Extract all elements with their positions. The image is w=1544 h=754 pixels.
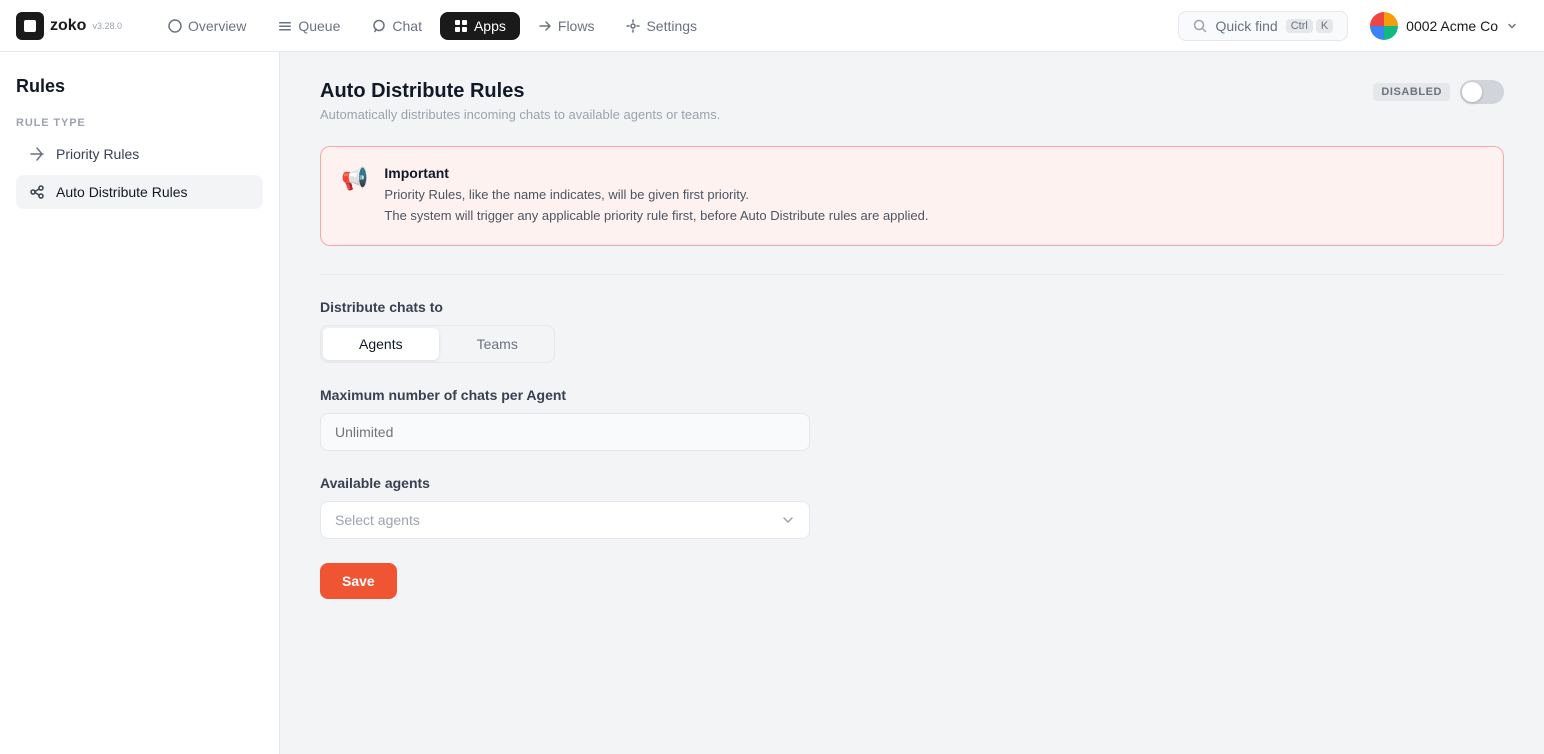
agents-select[interactable]: Select agents	[320, 501, 810, 539]
logo[interactable]: zoko v3.28.0	[16, 12, 122, 40]
account-avatar	[1370, 12, 1398, 40]
keyboard-shortcut: Ctrl K	[1286, 19, 1333, 33]
max-chats-label: Maximum number of chats per Agent	[320, 387, 1504, 403]
nav-items: Overview Queue Chat Apps Flows Settings	[154, 12, 1170, 40]
distribute-chats-section: Distribute chats to Agents Teams	[320, 299, 1504, 363]
app-name: zoko	[50, 17, 86, 35]
page-subtitle: Automatically distributes incoming chats…	[320, 107, 720, 122]
save-button[interactable]: Save	[320, 563, 397, 599]
nav-flows[interactable]: Flows	[524, 12, 609, 40]
max-chats-section: Maximum number of chats per Agent	[320, 387, 1504, 451]
priority-rules-icon	[28, 145, 46, 163]
distribute-tab-group: Agents Teams	[320, 325, 555, 363]
sidebar-item-priority-rules[interactable]: Priority Rules	[16, 137, 263, 171]
account-menu[interactable]: 0002 Acme Co	[1360, 8, 1528, 44]
notice-text: Priority Rules, like the name indicates,…	[384, 185, 928, 227]
max-chats-input[interactable]	[320, 413, 810, 451]
auto-distribute-icon	[28, 183, 46, 201]
enable-toggle[interactable]	[1460, 80, 1504, 104]
toggle-area: DISABLED	[1373, 80, 1504, 104]
nav-settings[interactable]: Settings	[612, 12, 711, 40]
sidebar: Rules RULE TYPE Priority Rules Auto Dist…	[0, 52, 280, 754]
rule-type-label: RULE TYPE	[16, 117, 263, 129]
page-title: Auto Distribute Rules	[320, 80, 720, 103]
nav-chat[interactable]: Chat	[358, 12, 436, 40]
tab-teams[interactable]: Teams	[441, 326, 554, 362]
tab-agents[interactable]: Agents	[323, 328, 439, 360]
nav-queue[interactable]: Queue	[264, 12, 354, 40]
page-title-area: Auto Distribute Rules Automatically dist…	[320, 80, 720, 122]
available-agents-label: Available agents	[320, 475, 1504, 491]
nav-right: Quick find Ctrl K 0002 Acme Co	[1178, 8, 1528, 44]
page-header: Auto Distribute Rules Automatically dist…	[320, 80, 1504, 122]
notice-content: Important Priority Rules, like the name …	[384, 165, 928, 227]
chevron-down-icon	[1506, 20, 1518, 32]
distribute-chats-label: Distribute chats to	[320, 299, 1504, 315]
logo-icon	[16, 12, 44, 40]
sidebar-title: Rules	[16, 76, 263, 97]
quick-find-button[interactable]: Quick find Ctrl K	[1178, 11, 1348, 41]
available-agents-section: Available agents Select agents	[320, 475, 1504, 539]
notice-icon: 📢	[341, 166, 368, 227]
nav-apps[interactable]: Apps	[440, 12, 520, 40]
notice-title: Important	[384, 165, 928, 181]
divider	[320, 274, 1504, 275]
nav-overview[interactable]: Overview	[154, 12, 260, 40]
page-layout: Rules RULE TYPE Priority Rules Auto Dist…	[0, 0, 1544, 754]
top-navigation: zoko v3.28.0 Overview Queue Chat Apps Fl…	[0, 0, 1544, 52]
chevron-down-icon	[781, 513, 795, 527]
important-notice: 📢 Important Priority Rules, like the nam…	[320, 146, 1504, 246]
sidebar-item-auto-distribute[interactable]: Auto Distribute Rules	[16, 175, 263, 209]
app-version: v3.28.0	[92, 21, 122, 31]
disabled-badge: DISABLED	[1373, 83, 1450, 101]
main-content: Auto Distribute Rules Automatically dist…	[280, 52, 1544, 754]
